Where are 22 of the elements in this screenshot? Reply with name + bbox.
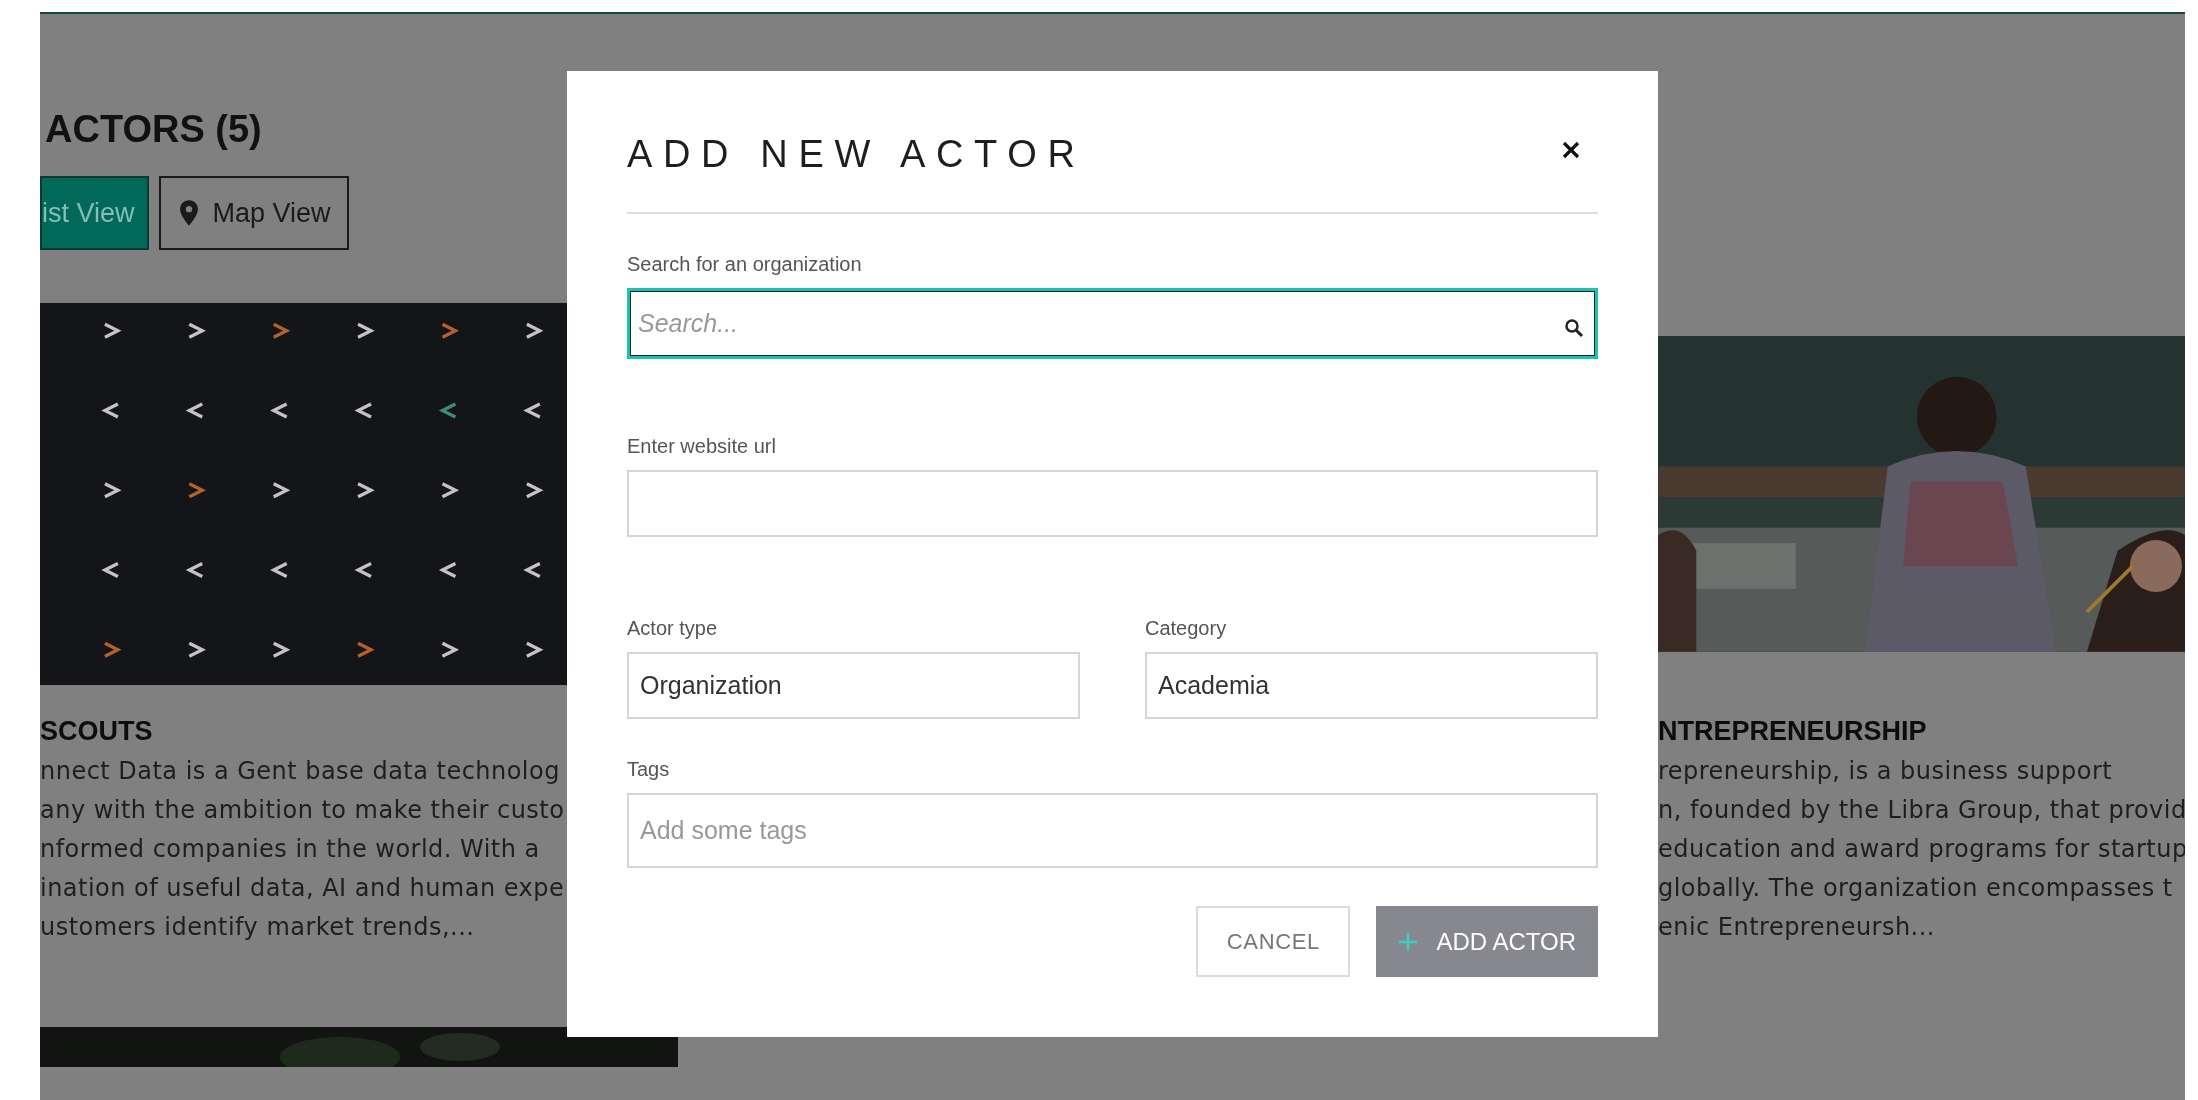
field-label: Tags	[627, 757, 671, 781]
card-title: SCOUTS	[40, 715, 153, 748]
plus-icon	[1398, 931, 1419, 952]
search-field[interactable]: Search...	[627, 288, 1598, 359]
input-field[interactable]: Academia	[1145, 652, 1598, 719]
card-title: NTREPRENEURSHIP	[1658, 715, 1927, 748]
input-field[interactable]	[627, 470, 1598, 537]
tags-field[interactable]: Add some tags	[627, 793, 1598, 868]
input-field[interactable]: Organization	[627, 652, 1080, 719]
cancel-button[interactable]: CANCEL	[1196, 906, 1351, 977]
modal-title: ADD NEW ACTOR	[627, 131, 1086, 177]
card-description: nnect Data is a Gent base data technolog any with the ambition to make their custo nformed companies in the world. With a ination of useful data, AI and human expe ustomers identify market trends,...	[40, 756, 565, 943]
field-label: Actor type	[627, 616, 719, 640]
field-label: Category	[1145, 616, 1228, 640]
field-label: Enter website url	[627, 434, 777, 458]
search-icon	[1564, 318, 1584, 338]
field-label: Search for an organization	[627, 252, 863, 276]
view-toggle-button[interactable]: Map View	[158, 176, 349, 250]
view-toggle-button[interactable]: ist View	[40, 176, 149, 250]
page-heading: ACTORS (5)	[44, 107, 262, 152]
add-actor-button[interactable]: ADD ACTOR	[1376, 906, 1598, 977]
close-icon	[1561, 140, 1581, 160]
